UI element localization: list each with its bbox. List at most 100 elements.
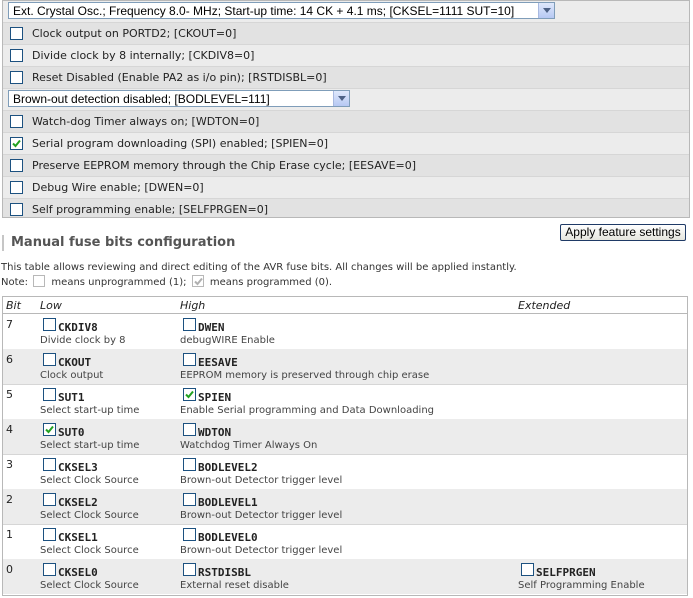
fuse-checkbox-rstdisbl[interactable] <box>183 563 196 576</box>
table-row: 5 SUT1 Select start-up time SPIEN Enable Ser… <box>3 384 687 420</box>
apply-feature-settings-button[interactable]: Apply feature settings <box>560 224 686 241</box>
fuse-checkbox-wdton[interactable] <box>183 423 196 436</box>
spien-checkbox[interactable] <box>10 137 23 150</box>
fuse-name: SPIEN <box>198 391 232 404</box>
note-unprogrammed: means unprogrammed (1); <box>51 277 187 288</box>
fuse-checkbox-bodlevel0[interactable] <box>183 528 196 541</box>
note-programmed: means programmed (0). <box>209 277 333 288</box>
fuse-description: Brown-out Detector trigger level <box>180 475 343 486</box>
bit-number: 1 <box>6 528 13 541</box>
fuse-name: SELFPRGEN <box>536 566 596 579</box>
fuse-description: EEPROM memory is preserved through chip … <box>180 370 430 381</box>
fuse-description: Select Clock Source <box>40 510 139 521</box>
legend-note: Note: means unprogrammed (1); means prog… <box>1 275 333 289</box>
fuse-name: WDTON <box>198 426 232 439</box>
table-row: 6 CKOUT Clock output EESAVE EEPROM memory is… <box>3 349 687 385</box>
spien-label: Serial program downloading (SPI) enabled… <box>32 137 329 150</box>
feature-row-rstdisbl: Reset Disabled (Enable PA2 as i/o pin); … <box>3 67 689 89</box>
fuse-name: EESAVE <box>198 356 238 369</box>
ckdiv8-checkbox[interactable] <box>10 49 23 62</box>
fuse-checkbox-ckout[interactable] <box>43 353 56 366</box>
fuse-checkbox-cksel1[interactable] <box>43 528 56 541</box>
manual-fuse-intro: This table allows reviewing and direct e… <box>1 262 517 273</box>
ckout-checkbox[interactable] <box>10 27 23 40</box>
feature-row-eesave: Preserve EEPROM memory through the Chip … <box>3 155 689 177</box>
fuse-name: RSTDISBL <box>198 566 251 579</box>
bit-number: 7 <box>6 318 13 331</box>
table-row: 1 CKSEL1 Select Clock Source BODLEVEL0 Brown… <box>3 524 687 560</box>
bit-number: 3 <box>6 458 13 471</box>
manual-fuse-title: Manual fuse bits configuration <box>2 235 235 251</box>
fuse-checkbox-ckdiv8[interactable] <box>43 318 56 331</box>
fuse-description: Select start-up time <box>40 405 140 416</box>
ckout-label: Clock output on PORTD2; [CKOUT=0] <box>32 27 237 40</box>
eesave-checkbox[interactable] <box>10 159 23 172</box>
table-row: 0 CKSEL0 Select Clock Source RSTDISBL Extern… <box>3 559 687 594</box>
bit-number: 6 <box>6 353 13 366</box>
feature-row-ckout: Clock output on PORTD2; [CKOUT=0] <box>3 23 689 45</box>
fuse-checkbox-dwen[interactable] <box>183 318 196 331</box>
table-row: 2 CKSEL2 Select Clock Source BODLEVEL1 Brown… <box>3 489 687 525</box>
fuse-name: BODLEVEL2 <box>198 461 258 474</box>
fuse-name: CKSEL2 <box>58 496 98 509</box>
fuse-checkbox-bodlevel1[interactable] <box>183 493 196 506</box>
feature-row-ckdiv8: Divide clock by 8 internally; [CKDIV8=0] <box>3 45 689 67</box>
fuse-name: BODLEVEL0 <box>198 531 258 544</box>
fuse-checkbox-sut0[interactable] <box>43 423 56 436</box>
fuse-name: CKSEL3 <box>58 461 98 474</box>
table-row: 3 CKSEL3 Select Clock Source BODLEVEL2 Brown… <box>3 454 687 490</box>
fuse-description: External reset disable <box>180 580 289 591</box>
feature-settings-panel: Ext. Crystal Osc.; Frequency 8.0- MHz; S… <box>2 0 690 218</box>
fuse-description: Select Clock Source <box>40 545 139 556</box>
fuse-checkbox-cksel3[interactable] <box>43 458 56 471</box>
bodlevel-select[interactable]: Brown-out detection disabled; [BODLEVEL=… <box>8 90 350 107</box>
feature-row-selfprgen: Self programming enable; [SELFPRGEN=0] <box>3 199 689 217</box>
rstdisbl-label: Reset Disabled (Enable PA2 as i/o pin); … <box>32 71 327 84</box>
chevron-down-icon[interactable] <box>333 91 349 106</box>
fuse-name: CKSEL0 <box>58 566 98 579</box>
fuse-description: Divide clock by 8 <box>40 335 126 346</box>
clock-select-row: Ext. Crystal Osc.; Frequency 8.0- MHz; S… <box>3 1 689 23</box>
feature-row-dwen: Debug Wire enable; [DWEN=0] <box>3 177 689 199</box>
programmed-legend-checkbox <box>191 275 204 287</box>
fuse-description: debugWIRE Enable <box>180 335 275 346</box>
fuse-name: CKDIV8 <box>58 321 98 334</box>
rstdisbl-checkbox[interactable] <box>10 71 23 84</box>
fuse-checkbox-spien[interactable] <box>183 388 196 401</box>
wdton-label: Watch-dog Timer always on; [WDTON=0] <box>32 115 260 128</box>
fuse-checkbox-sut1[interactable] <box>43 388 56 401</box>
fuse-bits-table: Bit Low High Extended 7 CKDIV8 Divide cloc… <box>2 296 688 596</box>
fuse-name: SUT0 <box>58 426 85 439</box>
bit-number: 5 <box>6 388 13 401</box>
clock-source-select[interactable]: Ext. Crystal Osc.; Frequency 8.0- MHz; S… <box>8 2 555 19</box>
fuse-description: Watchdog Timer Always On <box>180 440 318 451</box>
fuse-description: Enable Serial programming and Data Downl… <box>180 405 435 416</box>
fuse-name: DWEN <box>198 321 225 334</box>
fuse-description: Brown-out Detector trigger level <box>180 545 343 556</box>
fuse-description: Select Clock Source <box>40 475 139 486</box>
bit-number: 2 <box>6 493 13 506</box>
fuse-description: Select Clock Source <box>40 580 139 591</box>
wdton-checkbox[interactable] <box>10 115 23 128</box>
header-extended: Extended <box>518 299 571 312</box>
note-prefix: Note: <box>1 277 29 288</box>
clock-source-value: Ext. Crystal Osc.; Frequency 8.0- MHz; S… <box>13 4 515 18</box>
table-row: 7 CKDIV8 Divide clock by 8 DWEN debugWIRE En… <box>3 314 687 350</box>
feature-row-wdton: Watch-dog Timer always on; [WDTON=0] <box>3 111 689 133</box>
fuse-checkbox-selfprgen[interactable] <box>521 563 534 576</box>
fuse-name: BODLEVEL1 <box>198 496 258 509</box>
fuse-name: SUT1 <box>58 391 85 404</box>
bit-number: 0 <box>6 563 13 576</box>
fuse-description: Select start-up time <box>40 440 140 451</box>
chevron-down-icon[interactable] <box>538 3 554 18</box>
fuse-checkbox-cksel0[interactable] <box>43 563 56 576</box>
dwen-checkbox[interactable] <box>10 181 23 194</box>
fuse-checkbox-cksel2[interactable] <box>43 493 56 506</box>
fuse-checkbox-eesave[interactable] <box>183 353 196 366</box>
dwen-label: Debug Wire enable; [DWEN=0] <box>32 181 204 194</box>
selfprgen-checkbox[interactable] <box>10 203 23 216</box>
fuse-checkbox-bodlevel2[interactable] <box>183 458 196 471</box>
selfprgen-label: Self programming enable; [SELFPRGEN=0] <box>32 203 269 216</box>
bit-number: 4 <box>6 423 13 436</box>
fuse-name: CKSEL1 <box>58 531 98 544</box>
